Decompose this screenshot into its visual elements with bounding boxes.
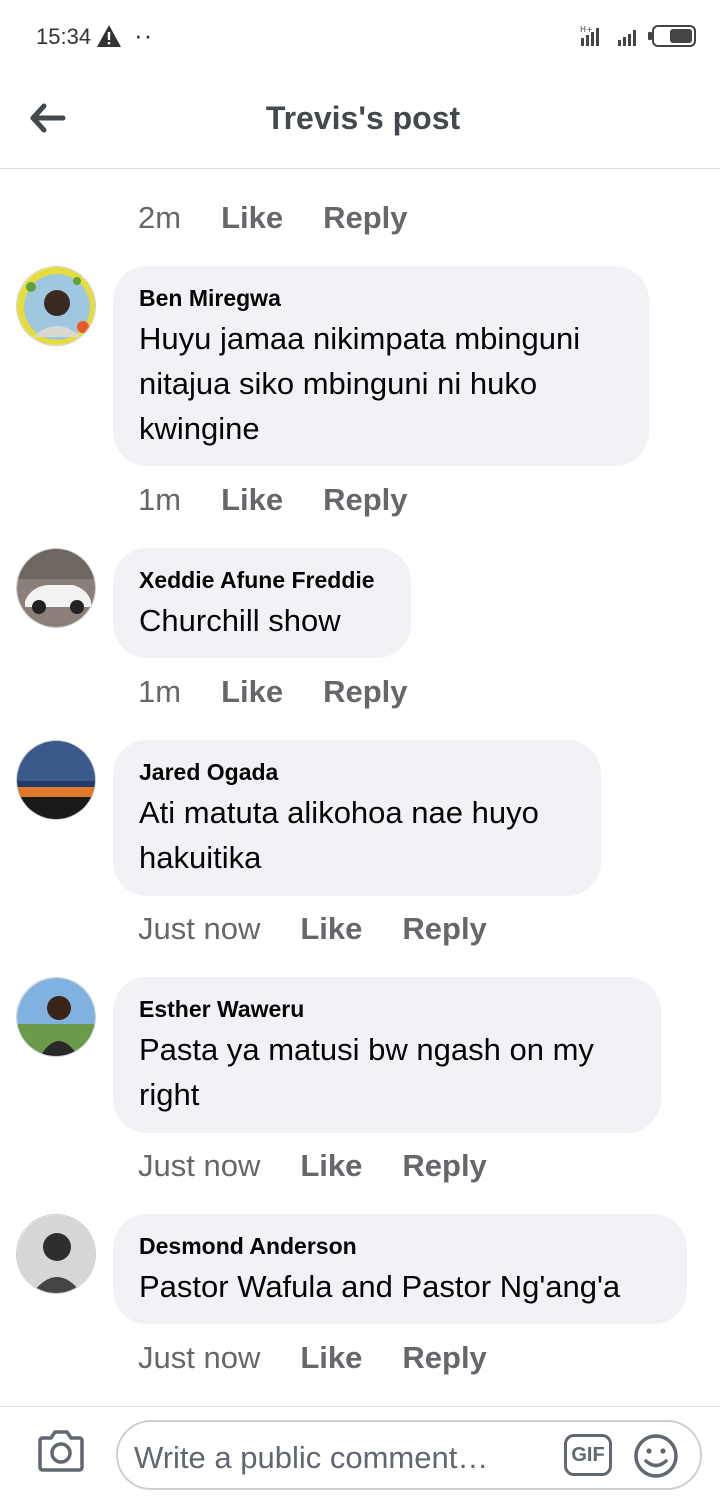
avatar[interactable] — [16, 977, 96, 1057]
reply-button[interactable]: Reply — [323, 482, 407, 518]
avatar-image — [17, 267, 95, 345]
page-title: Trevis's post — [265, 100, 461, 136]
comment-line: nitajua siko mbinguni ni huko — [139, 366, 538, 401]
comment-text: Pasta ya matusi bw ngash on my right — [139, 1027, 635, 1117]
comment-bubble[interactable]: Xeddie Afune Freddie Churchill show — [113, 548, 411, 658]
comment-bubble[interactable]: Ben Miregwa Huyu jamaa nikimpata mbingun… — [113, 266, 649, 466]
reply-button[interactable]: Reply — [402, 1340, 486, 1376]
reply-button[interactable]: Reply — [323, 200, 407, 236]
comment-text: Pastor Wafula and Pastor Ng'ang'a — [139, 1264, 661, 1309]
comment-line: kwingine — [139, 411, 260, 446]
comment-bubble[interactable]: Esther Waweru Pasta ya matusi bw ngash o… — [113, 977, 661, 1133]
battery-icon — [648, 25, 696, 47]
comment-author[interactable]: Esther Waweru — [139, 995, 635, 1023]
avatar-image — [17, 741, 95, 819]
gif-icon[interactable]: GIF — [564, 1434, 612, 1476]
comment-author[interactable]: Xeddie Afune Freddie — [139, 566, 385, 594]
comment-meta-row: Just now Like Reply — [138, 911, 487, 947]
comment-meta-row: Just now Like Reply — [138, 1148, 487, 1184]
warning-icon — [97, 25, 121, 47]
comment-line: Pasta ya matusi bw ngash on my — [139, 1032, 594, 1067]
like-button[interactable]: Like — [300, 1340, 362, 1376]
signal-indicators: H+ — [578, 22, 696, 50]
comments-feed[interactable]: 2m Like Reply Ben Miregwa Huyu jamaa nik… — [0, 170, 720, 1406]
like-button[interactable]: Like — [221, 674, 283, 710]
comment-bubble[interactable]: Desmond Anderson Pastor Wafula and Pasto… — [113, 1214, 687, 1324]
notification-dots-icon: ·· — [134, 20, 154, 50]
comment-time: Just now — [138, 911, 261, 946]
comment-bubble[interactable]: Jared Ogada Ati matuta alikohoa nae huyo… — [113, 740, 601, 896]
comment-input[interactable]: Write a public comment… GIF — [116, 1420, 702, 1490]
comment-author[interactable]: Jared Ogada — [139, 758, 575, 786]
signal-icon-2 — [618, 30, 636, 46]
comment-line: Huyu jamaa nikimpata mbinguni — [139, 321, 581, 356]
like-button[interactable]: Like — [221, 200, 283, 236]
like-button[interactable]: Like — [300, 1148, 362, 1184]
comment-line: Ati matuta alikohoa nae huyo — [139, 795, 539, 830]
comment-author[interactable]: Desmond Anderson — [139, 1232, 661, 1260]
comment-time: Just now — [138, 1148, 261, 1183]
svg-text:H+: H+ — [580, 25, 593, 34]
comment-meta-row: 2m Like Reply — [138, 200, 408, 236]
avatar[interactable] — [16, 548, 96, 628]
comment-text: Ati matuta alikohoa nae huyo hakuitika — [139, 790, 575, 880]
comment-line: right — [139, 1077, 200, 1112]
emoji-icon[interactable] — [632, 1432, 680, 1480]
avatar[interactable] — [16, 740, 96, 820]
reply-button[interactable]: Reply — [323, 674, 407, 710]
camera-icon[interactable] — [36, 1429, 86, 1473]
reply-button[interactable]: Reply — [402, 911, 486, 947]
avatar-image — [17, 978, 95, 1056]
comment-time: Just now — [138, 1340, 261, 1375]
app-header: Trevis's post — [0, 72, 720, 169]
comment-line: Churchill show — [139, 603, 341, 638]
comment-time: 2m — [138, 200, 182, 235]
comment-composer: Write a public comment… GIF — [0, 1406, 720, 1500]
comment-meta-row: Just now Like Reply — [138, 1340, 487, 1376]
comment-meta-row: 1m Like Reply — [138, 674, 408, 710]
like-button[interactable]: Like — [221, 482, 283, 518]
comment-meta-row: 1m Like Reply — [138, 482, 408, 518]
like-button[interactable]: Like — [300, 911, 362, 947]
comment-time: 1m — [138, 674, 182, 709]
comment-line: hakuitika — [139, 840, 262, 875]
comment-time: 1m — [138, 482, 182, 517]
avatar[interactable] — [16, 266, 96, 346]
comment-text: Huyu jamaa nikimpata mbinguni nitajua si… — [139, 316, 623, 451]
reply-button[interactable]: Reply — [402, 1148, 486, 1184]
comment-input-placeholder: Write a public comment… — [134, 1440, 489, 1475]
avatar[interactable] — [16, 1214, 96, 1294]
comment-line: Pastor Wafula and Pastor Ng'ang'a — [139, 1269, 621, 1304]
comment-text: Churchill show — [139, 598, 385, 643]
signal-icon: H+ — [580, 25, 599, 46]
avatar-image — [17, 549, 95, 627]
status-bar: 15:34 ·· H+ — [0, 0, 720, 72]
avatar-image — [17, 1215, 95, 1293]
status-time: 15:34 — [36, 24, 92, 49]
comment-author[interactable]: Ben Miregwa — [139, 284, 623, 312]
